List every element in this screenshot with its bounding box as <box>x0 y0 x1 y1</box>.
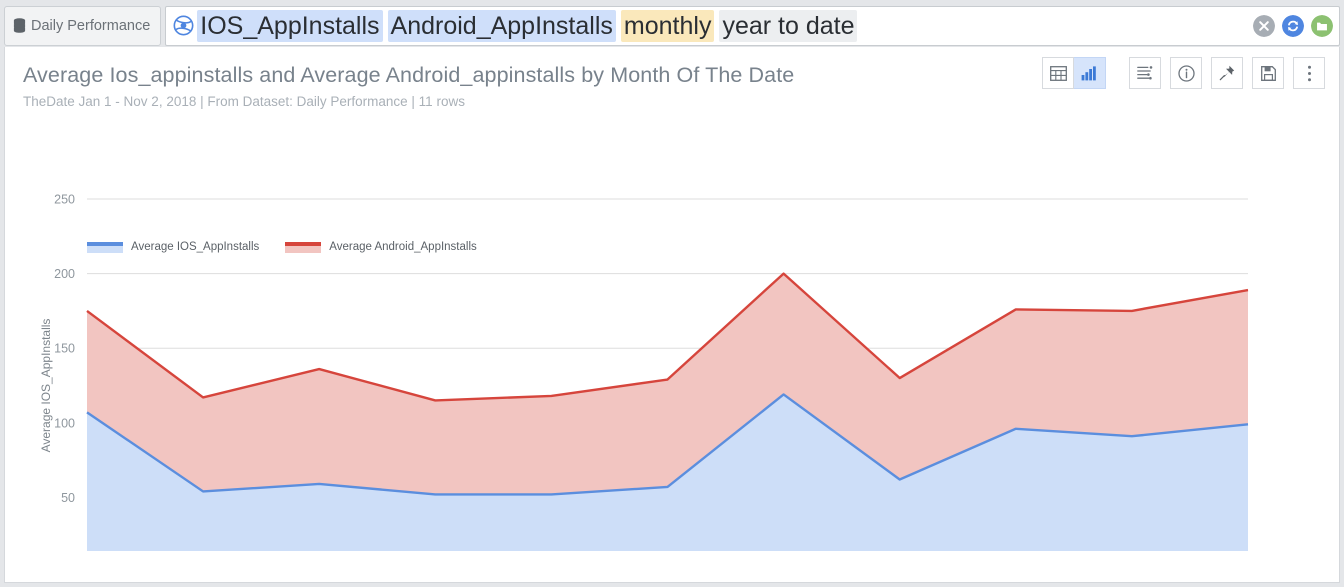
view-toggle-group <box>1042 57 1106 89</box>
chart-legend: Average IOS_AppInstalls Average Android_… <box>87 241 477 253</box>
legend-label-android: Average Android_AppInstalls <box>329 241 477 253</box>
search-input[interactable]: IOS_AppInstalls Android_AppInstalls mont… <box>165 5 1340 46</box>
bar-chart-icon <box>1081 65 1096 80</box>
top-search-bar: Daily Performance IOS_AppInstalls Androi… <box>0 0 1344 47</box>
search-tokens: IOS_AppInstalls Android_AppInstalls mont… <box>197 9 1245 42</box>
y-axis-tick-label: 250 <box>54 193 75 207</box>
search-token-0[interactable]: IOS_AppInstalls <box>197 9 383 42</box>
info-button[interactable] <box>1170 57 1202 89</box>
data-source-chip[interactable]: Daily Performance <box>4 5 162 46</box>
sage-ai-icon <box>173 15 194 36</box>
close-circle-icon[interactable] <box>1253 14 1275 37</box>
data-source-label: Daily Performance <box>31 17 151 34</box>
y-axis-tick-label: 50 <box>61 491 75 505</box>
action-button-group <box>1120 57 1325 89</box>
chart-config-button[interactable] <box>1129 57 1161 89</box>
search-token-1[interactable]: Android_AppInstalls <box>387 9 616 42</box>
table-view-button[interactable] <box>1042 57 1074 89</box>
info-circle-icon <box>1177 64 1195 82</box>
pin-button[interactable] <box>1211 57 1243 89</box>
search-token-3[interactable]: year to date <box>719 9 858 42</box>
chart-view-button[interactable] <box>1074 57 1106 89</box>
legend-item-ios[interactable]: Average IOS_AppInstalls <box>87 241 259 253</box>
table-icon <box>1049 65 1067 81</box>
legend-swatch-android <box>285 241 322 253</box>
card-toolbar <box>1042 57 1325 89</box>
floppy-disk-icon <box>1260 65 1276 81</box>
answer-card: Average Ios_appinstalls and Average Andr… <box>4 47 1340 583</box>
card-subtitle: TheDate Jan 1 - Nov 2, 2018 | From Datas… <box>23 94 465 109</box>
legend-swatch-ios <box>87 241 123 253</box>
search-actions <box>1245 14 1333 37</box>
save-button[interactable] <box>1252 57 1284 89</box>
list-settings-icon <box>1137 66 1153 80</box>
card-header: Average Ios_appinstalls and Average Andr… <box>5 47 1339 111</box>
y-axis-title: Average IOS_AppInstalls <box>39 319 53 453</box>
y-axis-tick-label: 150 <box>54 342 75 356</box>
kebab-menu-icon <box>1307 65 1311 81</box>
pin-icon <box>1219 65 1235 81</box>
folder-circle-icon[interactable] <box>1311 14 1333 37</box>
search-token-2[interactable]: monthly <box>620 9 715 42</box>
y-axis-tick-label: 100 <box>54 416 75 430</box>
y-axis-tick-label: 200 <box>54 267 75 281</box>
legend-item-android[interactable]: Average Android_AppInstalls <box>285 241 477 253</box>
area-chart[interactable]: 0501001502002502018-012018-022018-032018… <box>5 111 1341 551</box>
refresh-circle-icon[interactable] <box>1282 14 1304 37</box>
more-options-button[interactable] <box>1293 57 1325 89</box>
chart-area: Average IOS_AppInstalls Average Android_… <box>5 111 1341 551</box>
legend-label-ios: Average IOS_AppInstalls <box>131 241 260 253</box>
database-icon <box>13 18 26 33</box>
